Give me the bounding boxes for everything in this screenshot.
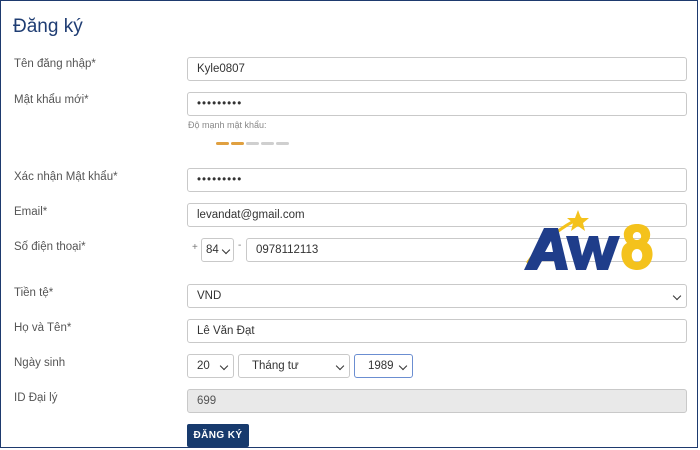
phone-dash: - (238, 240, 242, 251)
currency-value: VND (197, 290, 222, 302)
register-button[interactable]: ĐĂNG KÝ (187, 424, 249, 447)
birthday-year-value: 1989 (368, 360, 394, 372)
chevron-down-icon (335, 361, 345, 371)
password-strength-label: Độ mạnh mật khẩu: (188, 120, 267, 130)
currency-select[interactable]: VND (187, 284, 687, 308)
password-label: Mật khẩu mới* (14, 94, 89, 106)
birthday-day-select[interactable]: 20 (187, 354, 234, 378)
currency-label: Tiền tệ* (14, 287, 54, 299)
username-label: Tên đăng nhập* (14, 58, 96, 70)
star-icon (567, 210, 589, 231)
email-label: Email* (14, 206, 48, 218)
chevron-down-icon (398, 361, 408, 371)
aw8-logo-graphic (524, 210, 653, 270)
password-input[interactable]: ••••••••• (187, 92, 687, 116)
phone-label: Số điện thoại* (14, 241, 86, 253)
phone-plus-sign: + (192, 242, 198, 253)
agent-id-input: 699 (187, 389, 687, 413)
aw8-logo (522, 210, 654, 276)
phone-country-code-select[interactable]: 84 (201, 238, 234, 262)
strength-segment (261, 142, 274, 145)
birthday-year-select[interactable]: 1989 (354, 354, 413, 378)
confirm-password-label: Xác nhận Mật khẩu* (14, 171, 118, 183)
strength-segment (276, 142, 289, 145)
strength-segment (231, 142, 244, 145)
phone-country-code-value: 84 (206, 244, 219, 256)
page-title: Đăng ký (13, 16, 83, 37)
fullname-label: Họ và Tên* (14, 322, 72, 334)
agent-id-label: ID Đại lý (14, 392, 58, 404)
fullname-input[interactable]: Lê Văn Đạt (187, 319, 687, 343)
username-input[interactable]: Kyle0807 (187, 57, 687, 81)
birthday-label: Ngày sinh (14, 357, 66, 369)
birthday-month-value: Tháng tư (252, 360, 299, 372)
birthday-day-value: 20 (197, 360, 210, 372)
confirm-password-input[interactable]: ••••••••• (187, 168, 687, 192)
chevron-down-icon (672, 291, 682, 301)
chevron-down-icon (219, 361, 229, 371)
strength-segment (246, 142, 259, 145)
chevron-down-icon (221, 245, 231, 255)
strength-segment (216, 142, 229, 145)
birthday-month-select[interactable]: Tháng tư (238, 354, 350, 378)
